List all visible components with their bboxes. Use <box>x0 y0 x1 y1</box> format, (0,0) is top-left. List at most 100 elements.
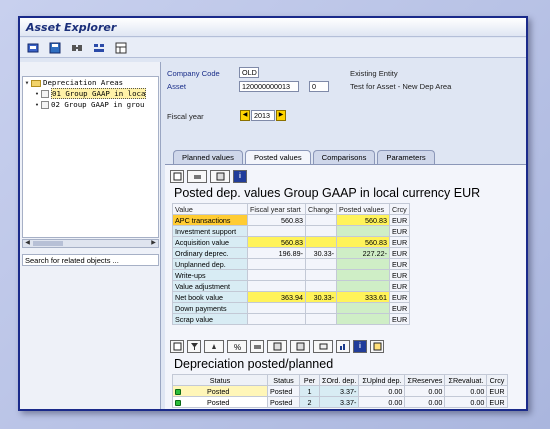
table-row[interactable]: Unplanned dep. EUR <box>172 258 411 270</box>
col-header[interactable]: ΣRevaluat. <box>444 374 488 386</box>
table-row[interactable]: Value adjustment EUR <box>172 280 411 292</box>
col-header[interactable]: Status <box>267 374 300 386</box>
table-row[interactable]: Scrap value EUR <box>172 313 411 325</box>
asset-number-field[interactable]: 120000000013 <box>239 81 299 92</box>
info-icon[interactable]: i <box>233 170 247 183</box>
tree-item-label: 01 Group GAAP in loca <box>51 88 147 99</box>
table-row[interactable]: Posted Posted 2 3.37- 0.00 0.00 0.00 EUR <box>172 396 508 408</box>
company-text: Existing Entity <box>350 69 398 78</box>
layout-icon[interactable] <box>112 40 130 56</box>
print-icon[interactable] <box>250 340 264 353</box>
window-title: Asset Explorer <box>20 18 526 37</box>
asset-text: Test for Asset - New Dep Area <box>350 82 452 91</box>
col-header[interactable]: Crcy <box>486 374 508 386</box>
col-header[interactable]: Value <box>172 203 248 215</box>
table-cell: 196.89- <box>247 247 306 259</box>
tree-item-01[interactable]: • 01 Group GAAP in loca <box>23 88 158 99</box>
table-cell <box>247 302 306 314</box>
details-icon[interactable] <box>170 170 184 183</box>
fiscal-year-field[interactable]: 2013 <box>251 110 275 121</box>
sum-icon[interactable]: % <box>227 340 247 353</box>
save-icon[interactable] <box>46 40 64 56</box>
next-year-icon[interactable]: ▶ <box>276 110 286 121</box>
chart-icon[interactable] <box>336 340 350 353</box>
sort-icon[interactable] <box>204 340 224 353</box>
view-icon[interactable] <box>267 340 287 353</box>
status-label: Posted <box>207 397 230 407</box>
table-cell: Unplanned dep. <box>172 258 248 270</box>
export-icon[interactable] <box>210 170 230 183</box>
table-cell <box>336 280 390 292</box>
posted-table-toolbar: i <box>170 170 247 184</box>
col-header[interactable]: Posted values <box>336 203 390 215</box>
collapse-icon[interactable]: ▾ <box>23 77 31 88</box>
dep-table-title: Depreciation posted/planned <box>174 357 334 371</box>
tab-comparisons[interactable]: Comparisons <box>312 150 376 164</box>
scroll-left-icon[interactable]: ◀ <box>23 240 32 247</box>
table-cell <box>305 236 337 248</box>
table-cell: 363.94 <box>247 291 306 303</box>
table-cell: Posted <box>267 396 300 408</box>
right-pane: Company Code OLD Existing Entity Asset 1… <box>165 62 526 409</box>
company-code-field[interactable]: OLD <box>239 67 259 78</box>
filter-icon[interactable] <box>187 340 201 353</box>
tab-planned-values[interactable]: Planned values <box>173 150 243 164</box>
layout-icon[interactable] <box>313 340 333 353</box>
table-row[interactable]: Write-ups EUR <box>172 269 411 281</box>
tab-posted-values[interactable]: Posted values <box>244 150 311 164</box>
table-cell <box>247 258 306 270</box>
notes-icon[interactable] <box>370 340 384 353</box>
table-row[interactable]: Posted Posted 1 3.37- 0.00 0.00 0.00 EUR <box>172 385 508 397</box>
table-cell <box>305 313 337 325</box>
tree-item-02[interactable]: • 02 Group GAAP in grou <box>23 99 158 110</box>
table-cell <box>247 280 306 292</box>
col-header[interactable]: Fiscal year start <box>247 203 306 215</box>
company-code-label: Company Code <box>167 69 220 78</box>
table-row[interactable]: Net book value 363.94 30.33- 333.61 EUR <box>172 291 411 303</box>
table-cell <box>247 269 306 281</box>
find-icon[interactable] <box>68 40 86 56</box>
col-header[interactable]: Per <box>299 374 320 386</box>
tab-parameters[interactable]: Parameters <box>377 150 435 164</box>
col-header[interactable]: ΣReserves <box>404 374 446 386</box>
search-related-objects[interactable]: Search for related objects ... <box>22 254 159 266</box>
open-icon[interactable] <box>24 40 42 56</box>
scroll-right-icon[interactable]: ▶ <box>149 240 158 247</box>
prev-year-icon[interactable]: ◀ <box>240 110 250 121</box>
asset-subnumber-field[interactable]: 0 <box>309 81 329 92</box>
table-row[interactable]: Down payments EUR <box>172 302 411 314</box>
table-cell <box>336 313 390 325</box>
depreciation-areas-tree[interactable]: ▾ Depreciation Areas • 01 Group GAAP in lo… <box>22 76 159 238</box>
table-cell: Value adjustment <box>172 280 248 292</box>
table-row[interactable]: Acquisition value 560.83 560.83 EUR <box>172 236 411 248</box>
table-cell: 0.00 <box>444 396 488 408</box>
table-cell: Write-ups <box>172 269 248 281</box>
col-header[interactable]: ΣUplnd dep. <box>358 374 406 386</box>
col-header[interactable]: Status <box>172 374 268 386</box>
tree-root[interactable]: ▾ Depreciation Areas <box>23 77 158 88</box>
table-row[interactable]: Ordinary deprec. 196.89- 30.33- 227.22- EUR <box>172 247 411 259</box>
table-cell <box>305 258 337 270</box>
table-row[interactable]: Investment support EUR <box>172 225 411 237</box>
dep-table-toolbar: % i <box>170 340 384 354</box>
col-header[interactable]: Change <box>305 203 337 215</box>
table-cell: Posted <box>172 385 268 397</box>
col-header[interactable]: Crcy <box>388 203 411 215</box>
details-icon[interactable] <box>170 340 184 353</box>
col-header[interactable]: ΣOrd. dep. <box>318 374 360 386</box>
print-icon[interactable] <box>187 170 207 183</box>
table-cell <box>305 280 337 292</box>
group-icon[interactable] <box>90 40 108 56</box>
posted-values-table: Value Fiscal year start Change Posted va… <box>172 203 411 325</box>
scroll-thumb[interactable] <box>33 241 63 246</box>
table-cell: Down payments <box>172 302 248 314</box>
bullet-icon: • <box>34 89 40 98</box>
table-cell: EUR <box>388 269 411 281</box>
table-cell: 3.37- <box>318 385 360 397</box>
tree-horizontal-scrollbar[interactable]: ◀ ▶ <box>22 239 159 248</box>
table-cell: Scrap value <box>172 313 248 325</box>
export-icon[interactable] <box>290 340 310 353</box>
table-row[interactable]: APC transactions 560.83 560.83 EUR <box>172 214 411 226</box>
info-icon[interactable]: i <box>353 340 367 353</box>
folder-icon <box>31 79 41 87</box>
